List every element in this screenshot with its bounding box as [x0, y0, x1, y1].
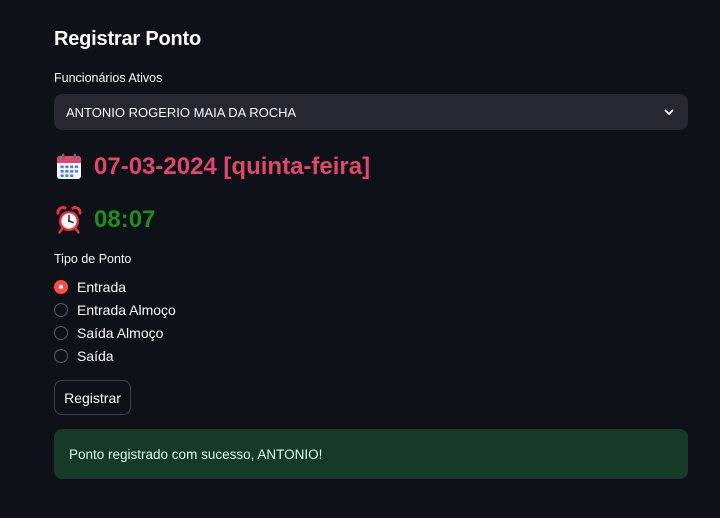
page-title: Registrar Ponto: [54, 28, 202, 50]
radio-button[interactable]: [54, 302, 68, 317]
radio-option-entrada[interactable]: Entrada: [54, 275, 176, 298]
radio-button[interactable]: [54, 325, 68, 340]
radio-dot: [59, 284, 63, 289]
register-button[interactable]: Registrar: [54, 380, 131, 415]
time-row: 08:07: [54, 205, 155, 235]
radio-option-saida-almoco[interactable]: Saída Almoço: [54, 321, 176, 344]
punch-type-label: Tipo de Ponto: [54, 252, 132, 266]
radio-option-entrada-almoco[interactable]: Entrada Almoço: [54, 298, 176, 321]
current-date: 07-03-2024 [quinta-feira]: [94, 153, 371, 180]
employee-select[interactable]: ANTONIO ROGERIO MAIA DA ROCHA: [54, 94, 688, 130]
calendar-icon: [57, 153, 81, 179]
radio-option-saida[interactable]: Saída: [54, 344, 176, 367]
date-row: 07-03-2024 [quinta-feira]: [54, 152, 370, 182]
radio-label: Entrada Almoço: [77, 301, 176, 318]
radio-button[interactable]: [54, 348, 68, 363]
app-page: Registrar Ponto Funcionários Ativos ANTO…: [0, 0, 720, 518]
radio-button-selected[interactable]: [54, 279, 68, 294]
punch-type-radio-group: Entrada Entrada Almoço Saída Almoço Saíd…: [54, 275, 176, 367]
current-time: 08:07: [94, 206, 156, 233]
radio-label: Saída Almoço: [77, 324, 164, 341]
chevron-down-icon[interactable]: [662, 105, 676, 119]
success-alert: Ponto registrado com sucesso, ANTONIO!: [54, 429, 688, 479]
employee-select-label: Funcionários Ativos: [54, 71, 163, 85]
employee-select-value: ANTONIO ROGERIO MAIA DA ROCHA: [66, 104, 297, 120]
success-message: Ponto registrado com sucesso, ANTONIO!: [69, 446, 323, 462]
radio-label: Saída: [77, 347, 114, 364]
alarm-clock-icon: [56, 206, 82, 234]
radio-label: Entrada: [77, 278, 127, 295]
